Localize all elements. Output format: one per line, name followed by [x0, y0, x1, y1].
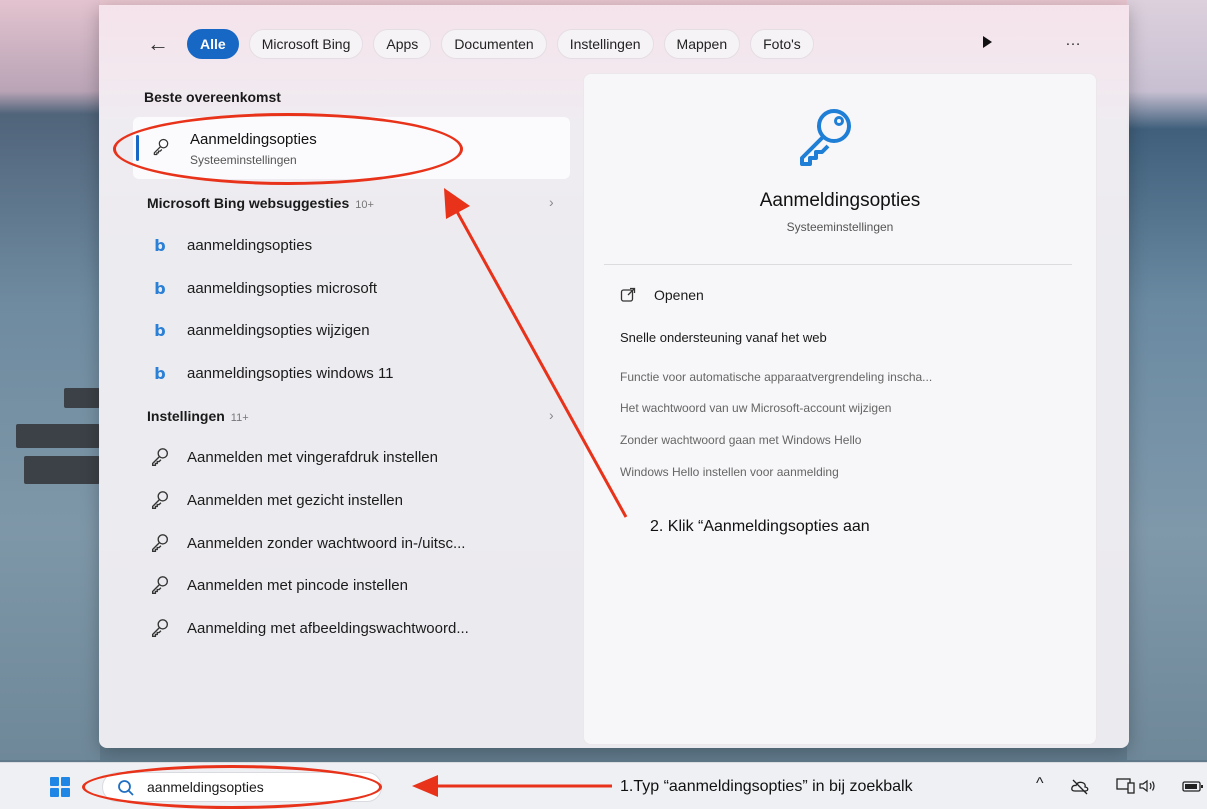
annotation-step-1: 1.Typ “aanmeldingsopties” in bij zoekbal…	[620, 778, 913, 795]
annotation-arrows	[412, 188, 628, 797]
annotation-step-2: 2. Klik “Aanmeldingsopties aan	[650, 518, 870, 535]
